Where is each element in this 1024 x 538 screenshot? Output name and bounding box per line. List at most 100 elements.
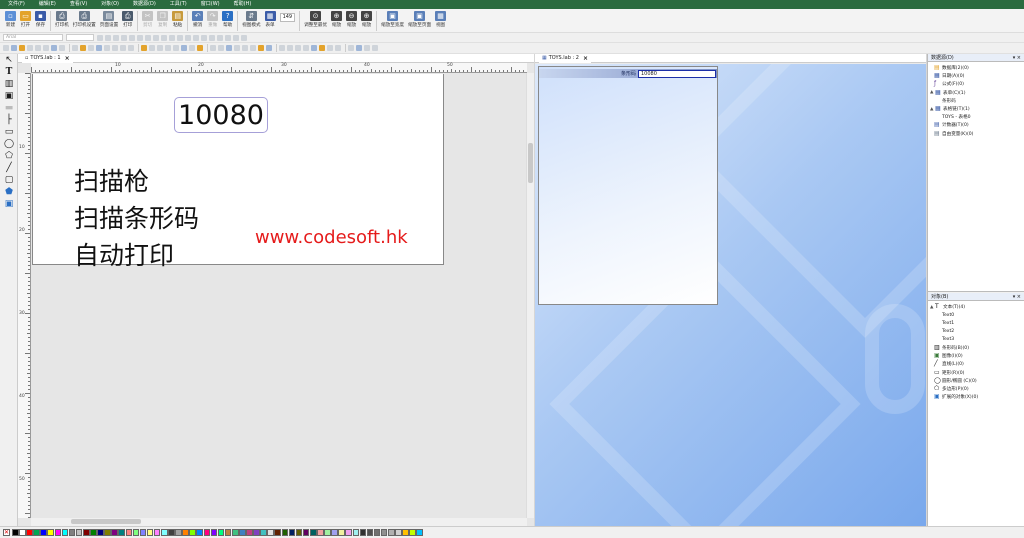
horizontal-scrollbar[interactable]: [31, 518, 527, 526]
alignment-tool-icon[interactable]: [250, 45, 256, 51]
alignment-tool-icon[interactable]: [59, 45, 65, 51]
color-swatch[interactable]: [47, 529, 55, 536]
color-swatch[interactable]: [352, 529, 360, 536]
alignment-tool-icon[interactable]: [372, 45, 378, 51]
tree-item[interactable]: ▭ 矩形(R)(0): [930, 369, 1024, 377]
toolbar-button[interactable]: ⊕ 缩放: [329, 9, 344, 32]
rotate-icon[interactable]: [169, 34, 175, 41]
color-swatch[interactable]: [260, 529, 267, 536]
toolbar-button[interactable]: ▫ 新建: [3, 9, 18, 32]
color-swatch[interactable]: [409, 529, 416, 536]
toolbar-button[interactable]: ▦ 视图: [433, 9, 448, 32]
alignment-tool-icon[interactable]: [104, 45, 110, 51]
color-swatch[interactable]: [203, 529, 211, 536]
toolbar-button[interactable]: ▭ 打开: [18, 9, 33, 32]
tab-label-doc[interactable]: ▫ TOYS.lab : 1 ×: [22, 53, 73, 63]
no-color-icon[interactable]: ✕: [3, 529, 10, 536]
color-swatch[interactable]: [373, 529, 381, 536]
color-swatch[interactable]: [196, 529, 204, 536]
distribute-icon[interactable]: [241, 34, 247, 41]
menu-item[interactable]: 工具(T): [170, 0, 187, 9]
bring-front-icon[interactable]: [225, 34, 231, 41]
toolbar-button[interactable]: ? 帮助: [220, 9, 235, 32]
menu-item[interactable]: 帮助(H): [234, 0, 252, 9]
alignment-tool-icon[interactable]: [319, 45, 325, 51]
color-swatch[interactable]: [40, 529, 47, 536]
line-tool-icon[interactable]: ├: [3, 115, 15, 126]
color-swatch[interactable]: [90, 529, 97, 536]
bold-icon[interactable]: [97, 34, 103, 41]
orientation-icon[interactable]: [161, 34, 167, 41]
color-swatch[interactable]: [288, 529, 296, 536]
color-swatch[interactable]: [345, 529, 352, 536]
font-size-input[interactable]: [66, 34, 94, 41]
alignment-tool-icon[interactable]: [335, 45, 341, 51]
color-swatch[interactable]: [19, 529, 26, 536]
menu-item[interactable]: 查看(V): [70, 0, 87, 9]
color-swatch[interactable]: [231, 529, 239, 536]
close-icon[interactable]: ×: [65, 55, 70, 62]
label-canvas[interactable]: 10080 扫描枪 扫描条形码 自动打印 www.codesoft.hk: [32, 74, 444, 270]
underline-icon[interactable]: [113, 34, 119, 41]
send-back-icon[interactable]: [233, 34, 239, 41]
font-name-input[interactable]: Arial: [3, 34, 63, 41]
tree-item[interactable]: 条形码: [930, 97, 1024, 105]
tree-item[interactable]: ◯ 圆形/椭圆 (C)(0): [930, 377, 1024, 385]
tab-form-doc[interactable]: ▦ TOYS.lab : 2 ×: [539, 53, 591, 63]
align-left-icon[interactable]: [121, 34, 127, 41]
alignment-tool-icon[interactable]: [149, 45, 155, 51]
alignment-tool-icon[interactable]: [210, 45, 216, 51]
ungroup-icon[interactable]: [209, 34, 215, 41]
color-swatch[interactable]: [125, 529, 133, 536]
justify-icon[interactable]: [145, 34, 151, 41]
tree-item[interactable]: ▲ ▦ 表格链(T)(1): [930, 105, 1024, 113]
color-swatch[interactable]: [132, 529, 140, 536]
tree-item[interactable]: Text0: [930, 311, 1024, 319]
alignment-tool-icon[interactable]: [218, 45, 224, 51]
alignment-tool-icon[interactable]: [181, 45, 187, 51]
alignment-tool-icon[interactable]: [173, 45, 179, 51]
tree-item[interactable]: ▲ ▦ 表单(C)(1): [930, 89, 1024, 97]
scroll-thumb[interactable]: [71, 519, 141, 524]
menu-item[interactable]: 窗口(W): [201, 0, 220, 9]
tree-item[interactable]: ▤ 自由变量(K)(0): [930, 130, 1024, 138]
rounded-rect-tool-icon[interactable]: ▢: [3, 175, 15, 186]
text-line-scanner[interactable]: 扫描枪: [74, 162, 149, 198]
alignment-tool-icon[interactable]: [141, 45, 147, 51]
alignment-tool-icon[interactable]: [120, 45, 126, 51]
tree-item[interactable]: ▥ 条形码(B)(0): [930, 344, 1024, 352]
color-swatch[interactable]: [253, 529, 260, 536]
toolbar-button[interactable]: ⊕ 缩放: [359, 9, 374, 32]
barcode-tool-icon[interactable]: ▥: [3, 79, 15, 90]
pin-close-icon[interactable]: ▾ ×: [1013, 294, 1021, 300]
color-swatch[interactable]: [175, 529, 182, 536]
text-color-icon[interactable]: [153, 34, 159, 41]
rectangle-tool-icon[interactable]: ▭: [3, 127, 15, 138]
menu-item[interactable]: 编辑(E): [39, 0, 56, 9]
alignment-tool-icon[interactable]: [303, 45, 309, 51]
color-swatch[interactable]: [331, 529, 338, 536]
toolbar-button[interactable]: ▪ 保存: [33, 9, 48, 32]
alignment-tool-icon[interactable]: [128, 45, 134, 51]
text-line-auto-print[interactable]: 自动打印: [74, 236, 174, 272]
color-swatch[interactable]: [387, 529, 395, 536]
color-swatch[interactable]: [317, 529, 324, 536]
color-swatch[interactable]: [146, 529, 154, 536]
color-swatch[interactable]: [68, 529, 76, 536]
alignment-tool-icon[interactable]: [356, 45, 362, 51]
url-text[interactable]: www.codesoft.hk: [255, 227, 408, 248]
toolbar-button[interactable]: ❐ 复制: [155, 9, 170, 32]
color-swatch[interactable]: [224, 529, 232, 536]
color-swatch[interactable]: [380, 529, 388, 536]
color-swatch[interactable]: [139, 529, 147, 536]
color-swatch[interactable]: [309, 529, 317, 536]
menu-item[interactable]: 数据源(D): [133, 0, 156, 9]
color-swatch[interactable]: [338, 529, 345, 536]
alignment-tool-icon[interactable]: [112, 45, 118, 51]
alignment-tool-icon[interactable]: [165, 45, 171, 51]
toolbar-button[interactable]: ⊖ 缩放: [344, 9, 359, 32]
zoom-select[interactable]: 149: [278, 9, 298, 32]
arrange-icon[interactable]: [193, 34, 199, 41]
color-swatch[interactable]: [168, 529, 175, 536]
color-swatch[interactable]: [82, 529, 90, 536]
